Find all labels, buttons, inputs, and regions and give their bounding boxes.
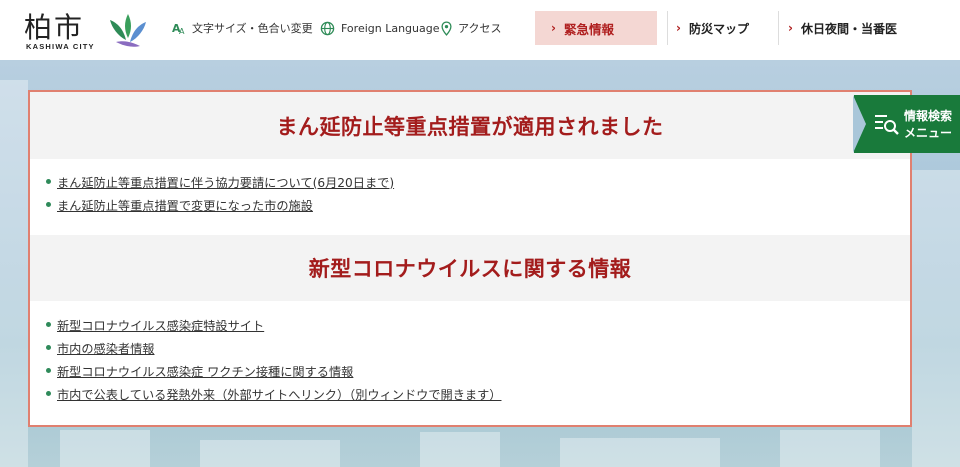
text-size-icon: A A bbox=[172, 22, 185, 35]
side-menu-line2: メニュー bbox=[904, 126, 953, 140]
city-emblem-icon bbox=[110, 14, 146, 47]
disaster-map-label: 防災マップ bbox=[688, 21, 749, 36]
list-item: 市内の感染者情報 bbox=[46, 336, 501, 359]
notice-panel: まん延防止等重点措置が適用されました まん延防止等重点措置に伴う協力要請について… bbox=[28, 90, 912, 427]
link-list: まん延防止等重点措置に伴う協力要請について(6月20日まで) まん延防止等重点措… bbox=[46, 170, 394, 216]
link-list: 新型コロナウイルス感染症特設サイト 市内の感染者情報 新型コロナウイルス感染症 … bbox=[46, 313, 501, 405]
search-menu-icon bbox=[875, 115, 899, 135]
holiday-clinic-link[interactable]: › 休日夜間・当番医 bbox=[788, 11, 897, 45]
nav-divider bbox=[667, 11, 668, 45]
section-header: 新型コロナウイルスに関する情報 bbox=[30, 235, 910, 301]
list-item: 新型コロナウイルス感染症特設サイト bbox=[46, 313, 501, 336]
bullet-icon bbox=[46, 202, 51, 207]
bullet-icon bbox=[46, 179, 51, 184]
link-fever-clinic[interactable]: 市内で公表している発熱外来（外部サイトへリンク）（別ウィンドウで開きます） bbox=[57, 385, 501, 403]
side-menu-label: 情報検索 メニュー bbox=[904, 108, 952, 142]
svg-text:A: A bbox=[179, 27, 185, 35]
link-infection-info[interactable]: 市内の感染者情報 bbox=[57, 339, 155, 357]
bullet-icon bbox=[46, 391, 51, 396]
bullet-icon bbox=[46, 345, 51, 350]
section-title: 新型コロナウイルスに関する情報 bbox=[308, 257, 632, 281]
disaster-map-link[interactable]: › 防災マップ bbox=[676, 11, 749, 45]
bullet-icon bbox=[46, 322, 51, 327]
section-title: まん延防止等重点措置が適用されました bbox=[276, 114, 664, 139]
list-item: 市内で公表している発熱外来（外部サイトへリンク）（別ウィンドウで開きます） bbox=[46, 382, 501, 405]
text-size-link[interactable]: A A 文字サイズ・色合い変更 bbox=[172, 18, 313, 38]
link-special-site[interactable]: 新型コロナウイルス感染症特設サイト bbox=[57, 316, 264, 334]
emergency-label: 緊急情報 bbox=[563, 21, 614, 37]
access-label: アクセス bbox=[458, 22, 502, 35]
list-item: まん延防止等重点措置で変更になった市の施設 bbox=[46, 193, 394, 216]
list-item: 新型コロナウイルス感染症 ワクチン接種に関する情報 bbox=[46, 359, 501, 382]
side-menu-line1: 情報検索 bbox=[904, 109, 953, 123]
list-item: まん延防止等重点措置に伴う協力要請について(6月20日まで) bbox=[46, 170, 394, 193]
logo-subtitle: KASHIWA CITY bbox=[26, 42, 95, 51]
access-link[interactable]: アクセス bbox=[441, 18, 501, 38]
nav-divider bbox=[778, 11, 779, 45]
chevron-right-icon: › bbox=[551, 21, 556, 35]
logo-title: 柏市 bbox=[24, 11, 85, 44]
site-header: 柏市 KASHIWA CITY A A 文字サイズ・色合い変更 Foreign … bbox=[0, 0, 960, 60]
tab-notch-cut bbox=[853, 95, 866, 153]
link-vaccine-info[interactable]: 新型コロナウイルス感染症 ワクチン接種に関する情報 bbox=[57, 362, 353, 380]
text-size-label: 文字サイズ・色合い変更 bbox=[192, 22, 313, 35]
map-pin-icon bbox=[441, 20, 452, 36]
info-search-menu-button[interactable]: 情報検索 メニュー bbox=[853, 95, 960, 153]
foreign-language-link[interactable]: Foreign Language bbox=[320, 18, 440, 38]
chevron-right-icon: › bbox=[676, 21, 681, 35]
link-changed-facilities[interactable]: まん延防止等重点措置で変更になった市の施設 bbox=[57, 196, 313, 214]
section-header: まん延防止等重点措置が適用されました bbox=[30, 92, 910, 159]
link-cooperation-request[interactable]: まん延防止等重点措置に伴う協力要請について(6月20日まで) bbox=[57, 173, 394, 191]
chevron-right-icon: › bbox=[788, 21, 793, 35]
globe-icon bbox=[320, 21, 335, 35]
emergency-info-button[interactable]: › 緊急情報 bbox=[535, 11, 657, 45]
site-logo[interactable]: 柏市 KASHIWA CITY bbox=[24, 6, 154, 54]
bullet-icon bbox=[46, 368, 51, 373]
foreign-language-label: Foreign Language bbox=[341, 21, 440, 35]
holiday-clinic-label: 休日夜間・当番医 bbox=[800, 21, 897, 36]
